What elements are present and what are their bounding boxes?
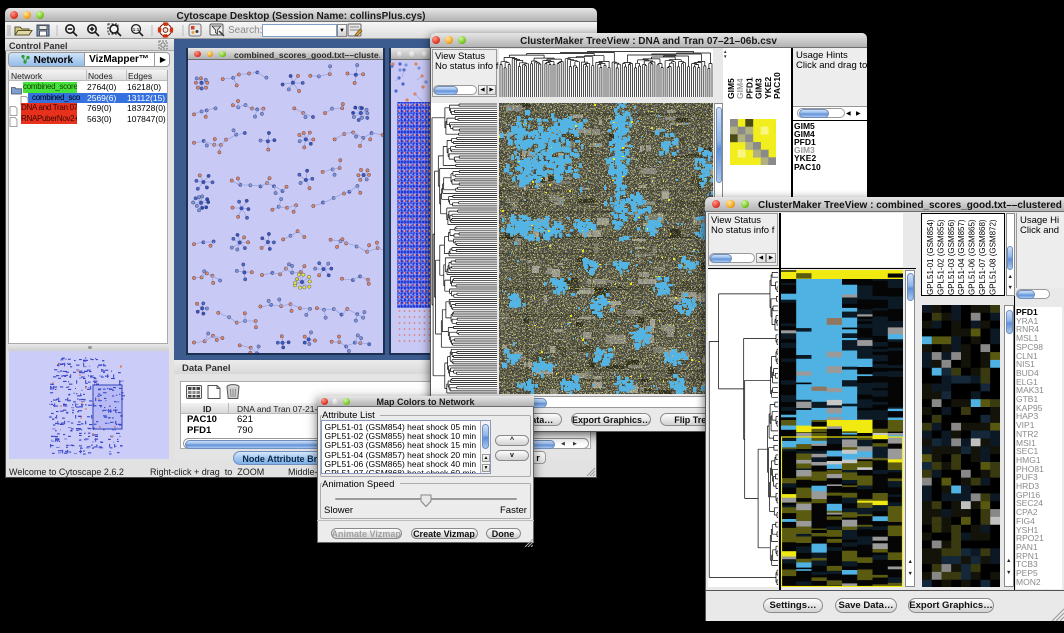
svg-text:PAC10: PAC10	[772, 72, 782, 99]
svg-text:GPL51-07 (GSM868): GPL51-07 (GSM868)	[978, 219, 987, 295]
svg-text:GPL51-03 (GSM856): GPL51-03 (GSM856)	[947, 219, 956, 295]
svg-text:GPL51-06 (GSM865): GPL51-06 (GSM865)	[968, 219, 977, 295]
svg-text:GPL51-02 (GSM855): GPL51-02 (GSM855)	[936, 219, 945, 295]
svg-text:GPL51-01 (GSM854): GPL51-01 (GSM854)	[926, 219, 935, 295]
svg-text:1:1: 1:1	[133, 27, 140, 32]
svg-text:GPL51-04 (GSM857): GPL51-04 (GSM857)	[957, 219, 966, 295]
svg-text:GPL51-08 (GSM872): GPL51-08 (GSM872)	[988, 219, 997, 295]
